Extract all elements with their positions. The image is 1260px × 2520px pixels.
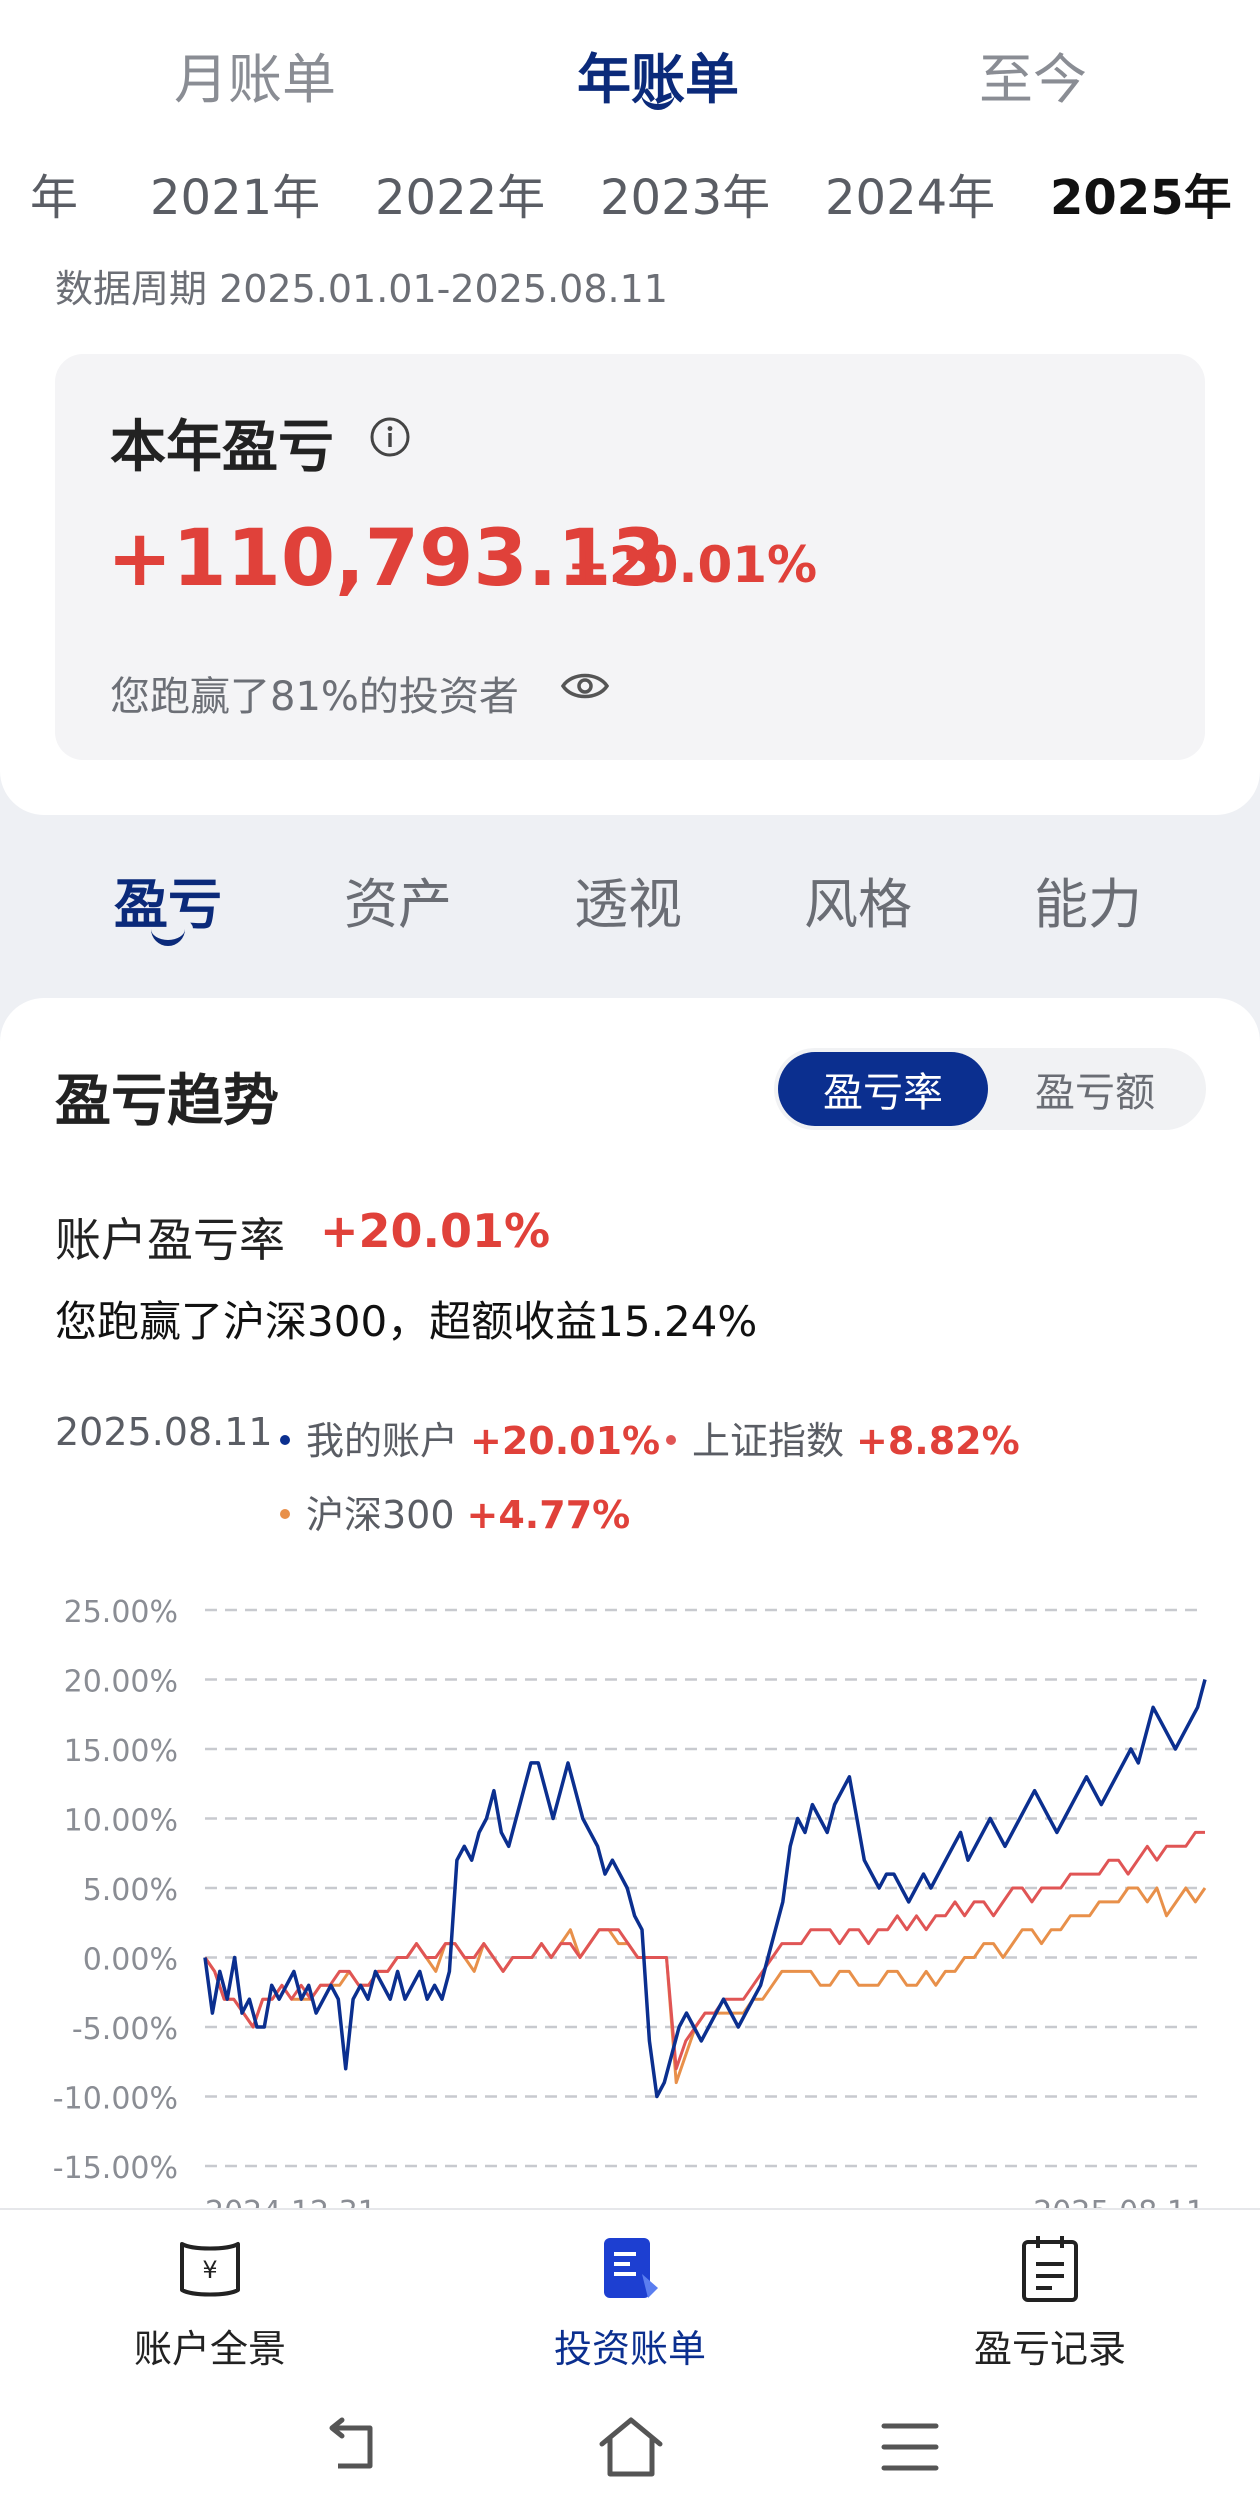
year-bill-header-panel: 月账单 年账单 至今 年 2021年 2022年 2023年 2024年 202…: [0, 0, 1260, 815]
nav-label: 投资账单: [553, 2327, 706, 2371]
legend-name: 上证指数: [692, 1419, 845, 1463]
toggle-pl-amount-button[interactable]: 盈亏额: [988, 1052, 1202, 1126]
y-tick-label: 0.00%: [83, 1943, 178, 1978]
x-tick-label: 2025.08.11: [1033, 2195, 1205, 2208]
year-item-2024[interactable]: 2024年: [825, 158, 995, 228]
y-tick-label: 5.00%: [83, 1873, 178, 1908]
svg-text:¥: ¥: [202, 2256, 217, 2284]
pl-trend-title: 盈亏趋势: [55, 1069, 279, 1134]
y-tick-label: -15.00%: [53, 2151, 178, 2186]
data-period-text: 数据周期 2025.01.01-2025.08.11: [55, 267, 668, 311]
legend-date: 2025.08.11: [55, 1410, 273, 1454]
legend-my-account: 我的账户 +20.01%: [280, 1410, 660, 1465]
nav-account-overview[interactable]: ¥ 账户全景: [60, 2210, 360, 2378]
year-item-2025[interactable]: 2025年: [1050, 158, 1232, 228]
account-rate-value: +20.01%: [320, 1204, 551, 1258]
excess-return-text: 您跑赢了沪深300，超额收益15.24%: [55, 1297, 758, 1346]
section-tab-indicator: [151, 924, 185, 946]
tab-assets[interactable]: 资产: [298, 860, 498, 939]
annual-pl-percent: +20.01%: [567, 536, 818, 594]
legend-name: 沪深300: [306, 1493, 455, 1537]
tab-style[interactable]: 风格: [758, 860, 958, 939]
year-item-2022[interactable]: 2022年: [375, 158, 545, 228]
account-rate-label: 账户盈亏率: [55, 1213, 285, 1267]
legend-name: 我的账户: [306, 1419, 459, 1463]
year-item-2021[interactable]: 2021年: [150, 158, 320, 228]
tab-ability[interactable]: 能力: [988, 860, 1188, 939]
legend-value: +4.77%: [466, 1493, 631, 1537]
annual-pl-title: 本年盈亏: [110, 415, 334, 480]
nav-investment-bill[interactable]: 投资账单: [480, 2210, 780, 2378]
year-item-2023[interactable]: 2023年: [600, 158, 770, 228]
nav-label: 盈亏记录: [973, 2327, 1126, 2371]
money-scroll-icon: ¥: [180, 2242, 240, 2297]
bottom-navigation: ¥ 账户全景 投资账单 盈亏记录: [0, 2208, 1260, 2378]
beat-investors-text: 您跑赢了81%的投资者: [110, 674, 519, 720]
y-tick-label: -10.00%: [53, 2082, 178, 2117]
legend-shanghai-index: 上证指数 +8.82%: [666, 1410, 1020, 1465]
bill-document-icon: [604, 2238, 658, 2298]
info-icon[interactable]: [369, 416, 411, 458]
nav-label: 账户全景: [133, 2327, 286, 2371]
legend-dot-icon: [280, 1508, 290, 1519]
eye-icon[interactable]: [560, 666, 610, 706]
x-tick-label: 2024.12.31: [205, 2195, 377, 2208]
series-line-csi300: [203, 1886, 1207, 2085]
legend-value: +8.82%: [856, 1419, 1020, 1463]
legend-value: +20.01%: [470, 1419, 661, 1463]
tab-perspective[interactable]: 透视: [528, 860, 728, 939]
menu-icon[interactable]: [880, 2418, 940, 2476]
tab-monthly-bill[interactable]: 月账单: [125, 35, 385, 114]
annual-pl-card: 本年盈亏 +110,793.13 +20.01% 您跑赢了81%的投资者: [55, 354, 1205, 760]
back-icon[interactable]: [320, 2416, 382, 2478]
legend-dot-icon: [666, 1434, 676, 1445]
y-tick-label: 25.00%: [64, 1595, 178, 1630]
y-tick-label: -5.00%: [72, 2012, 178, 2047]
home-icon[interactable]: [596, 2414, 666, 2480]
legend-csi300: 沪深300 +4.77%: [280, 1484, 630, 1539]
tab-to-date[interactable]: 至今: [903, 35, 1163, 114]
y-tick-label: 20.00%: [64, 1665, 178, 1700]
legend-dot-icon: [280, 1434, 290, 1445]
y-tick-label: 15.00%: [64, 1734, 178, 1769]
calendar-record-icon: [1022, 2236, 1078, 2302]
toggle-pl-rate-button[interactable]: 盈亏率: [778, 1052, 988, 1126]
pl-trend-chart[interactable]: 25.00% 20.00% 15.00% 10.00% 5.00% 0.00% -5.00%…: [0, 1570, 1260, 2208]
metric-toggle: 盈亏率 盈亏额: [774, 1048, 1206, 1130]
system-navigation-bar: [0, 2376, 1260, 2520]
nav-pl-record[interactable]: 盈亏记录: [900, 2210, 1200, 2378]
year-item-partial[interactable]: 年: [30, 158, 78, 228]
y-tick-label: 10.00%: [64, 1804, 178, 1839]
